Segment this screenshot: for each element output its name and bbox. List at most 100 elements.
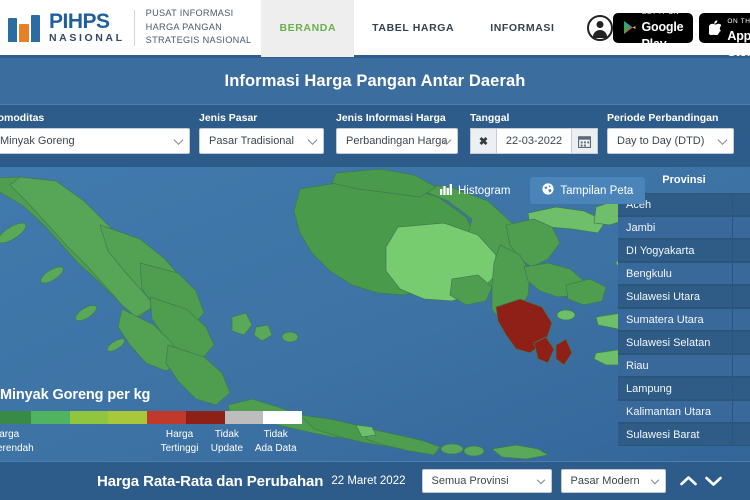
histogram-label: Histogram — [458, 184, 511, 197]
province-row[interactable]: Sumatera Utara — [618, 308, 750, 331]
google-play-badge[interactable]: GET IT ON Google Play — [612, 9, 694, 50]
map-view-toggle-group: Histogram Tampilan Peta — [428, 177, 646, 204]
legend-label-highest-line1: Harga — [165, 429, 194, 440]
legend-swatch-highest — [185, 411, 225, 424]
tampilan-peta-button[interactable]: Tampilan Peta — [530, 177, 646, 204]
app-store-labels: Download on the App Store — [727, 0, 750, 61]
province-row[interactable]: Kalimantan Utara — [618, 400, 750, 423]
label-tanggal: Tanggal — [470, 112, 510, 124]
person-icon[interactable] — [586, 14, 613, 41]
legend-label-highest-line2: Tertinggi — [160, 442, 199, 454]
app-store-badge[interactable]: Download on the App Store — [699, 1, 750, 59]
app-store-line-1: Download on the — [727, 0, 750, 25]
select-province-bottom-value: Semua Provinsi — [431, 475, 509, 487]
filter-jenis-informasi: Jenis Informasi Harga Perbandingan Harga — [336, 112, 458, 154]
legend-label-lowest-line1: Harga — [0, 429, 20, 440]
chevron-down-icon — [173, 135, 184, 145]
filter-group-container: Komoditas Minyak Goreng Jenis Pasar Pasa… — [0, 112, 750, 167]
logo-wordmark: PIHPS NASIONAL — [49, 11, 125, 44]
legend-title: Minyak Goreng per kg — [0, 387, 151, 403]
label-komoditas: Komoditas — [0, 112, 45, 124]
legend-swatch-no-update — [224, 411, 264, 424]
select-jenis-pasar-value: Pasar Tradisional — [209, 135, 294, 147]
google-play-icon — [623, 20, 636, 35]
select-jenis-pasar[interactable]: Pasar Tradisional — [199, 128, 324, 154]
legend-label-no-data-line1: Tidak — [263, 429, 288, 440]
region-bali — [440, 443, 464, 455]
nav-item-beranda[interactable]: BERANDA — [261, 0, 355, 57]
label-periode: Periode Perbandingan — [607, 112, 719, 124]
legend-swatch-midlow — [69, 411, 109, 424]
select-province-bottom[interactable]: Semua Provinsi — [421, 469, 552, 493]
select-jenis-informasi[interactable]: Perbandingan Harga — [336, 128, 458, 154]
google-play-line-2: Google Play — [641, 20, 684, 51]
google-play-line-1: GET IT ON — [641, 9, 680, 17]
province-row[interactable]: DI Yogyakarta — [618, 239, 750, 262]
region-buton-isle — [556, 309, 576, 321]
globe-icon — [542, 183, 555, 198]
province-row[interactable]: Sulawesi Utara — [618, 285, 750, 308]
date-input[interactable]: 22-03-2022 — [496, 128, 572, 154]
legend-swatch-low — [30, 411, 70, 424]
select-jenis-informasi-value: Perbandingan Harga — [346, 135, 448, 147]
province-row[interactable]: Sulawesi Barat — [618, 423, 750, 446]
panel-scroll-controls — [680, 472, 723, 490]
legend-label-spacer — [105, 428, 155, 455]
legend-color-scale — [0, 411, 302, 424]
map-area[interactable]: Histogram Tampilan Peta Provinsi Aceh Ja… — [0, 167, 750, 461]
pihps-app: PIHPS NASIONAL PUSAT INFORMASI HARGA PAN… — [0, 0, 750, 500]
select-periode[interactable]: Day to Day (DTD) — [607, 128, 734, 154]
legend-label-lowest: Harga Terendah — [0, 428, 105, 455]
bottom-title: Harga Rata-Rata dan Perubahan — [97, 472, 324, 490]
legend-label-no-data: Tidak Ada Data — [249, 428, 302, 455]
apple-icon — [709, 20, 722, 35]
filter-tanggal: Tanggal ✖ 22-03-2022 — [470, 112, 598, 154]
clear-x-icon[interactable]: ✖ — [470, 128, 496, 154]
province-row[interactable]: Sulawesi Selatan — [618, 331, 750, 354]
filter-jenis-pasar: Jenis Pasar Pasar Tradisional — [199, 112, 324, 154]
legend-label-no-update-line1: Tidak — [214, 429, 239, 440]
nav-item-tabel-harga[interactable]: TABEL HARGA — [354, 0, 472, 57]
legend-labels: Harga Terendah Harga Tertinggi Tidak Upd… — [0, 428, 302, 455]
tampilan-peta-label: Tampilan Peta — [560, 184, 634, 197]
nav-item-informasi[interactable]: INFORMASI — [472, 0, 572, 57]
app-store-line-2: App Store — [727, 28, 750, 60]
tagline-line-3: STRATEGIS NASIONAL — [145, 35, 252, 46]
select-komoditas-value: Minyak Goreng — [0, 135, 75, 147]
label-jenis-pasar: Jenis Pasar — [199, 112, 258, 124]
chevron-down-icon[interactable] — [705, 472, 723, 490]
legend-label-no-update-line2: Update — [210, 442, 244, 454]
chevron-down-icon — [307, 135, 318, 145]
pihps-logo-icon — [8, 11, 42, 45]
select-market-bottom[interactable]: Pasar Modern — [560, 469, 666, 493]
brand-divider — [133, 9, 135, 46]
histogram-button[interactable]: Histogram — [428, 177, 522, 204]
calendar-icon[interactable] — [572, 128, 598, 154]
legend-label-no-update: Tidak Update — [204, 428, 249, 455]
legend-swatch-no-data — [263, 411, 302, 424]
brand-logo[interactable]: PIHPS NASIONAL PUSAT INFORMASI HARGA PAN… — [0, 0, 251, 57]
chevron-down-icon — [536, 475, 545, 485]
logo-subtitle: NASIONAL — [49, 32, 125, 45]
select-komoditas[interactable]: Minyak Goreng — [0, 128, 190, 154]
bottom-summary-bar: Harga Rata-Rata dan Perubahan 22 Maret 2… — [0, 461, 750, 500]
province-list[interactable]: Aceh Jambi DI Yogyakarta Bengkulu Sulawe… — [618, 193, 750, 446]
brand-tagline: PUSAT INFORMASI HARGA PANGAN STRATEGIS N… — [146, 7, 252, 47]
province-row[interactable]: Lampung — [618, 377, 750, 400]
chevron-down-icon — [650, 475, 659, 485]
province-row[interactable]: Riau — [618, 354, 750, 377]
bar-chart-icon — [440, 183, 452, 198]
app-store-badges: GET IT ON Google Play Download on the Ap… — [612, 1, 750, 59]
select-market-bottom-value: Pasar Modern — [570, 475, 640, 487]
legend-swatch-mid — [108, 411, 147, 424]
province-row[interactable]: Jambi — [618, 216, 750, 239]
legend-swatch-lowest — [0, 411, 31, 424]
label-jenis-informasi: Jenis Informasi Harga — [336, 112, 446, 124]
province-row[interactable]: Bengkulu — [618, 262, 750, 285]
date-field: ✖ 22-03-2022 — [470, 128, 598, 154]
chevron-up-icon[interactable] — [680, 472, 698, 490]
logo-title: PIHPS — [49, 10, 110, 34]
select-periode-value: Day to Day (DTD) — [617, 135, 705, 147]
chevron-down-icon — [717, 135, 728, 145]
legend-label-lowest-line2: Terendah — [0, 442, 34, 454]
